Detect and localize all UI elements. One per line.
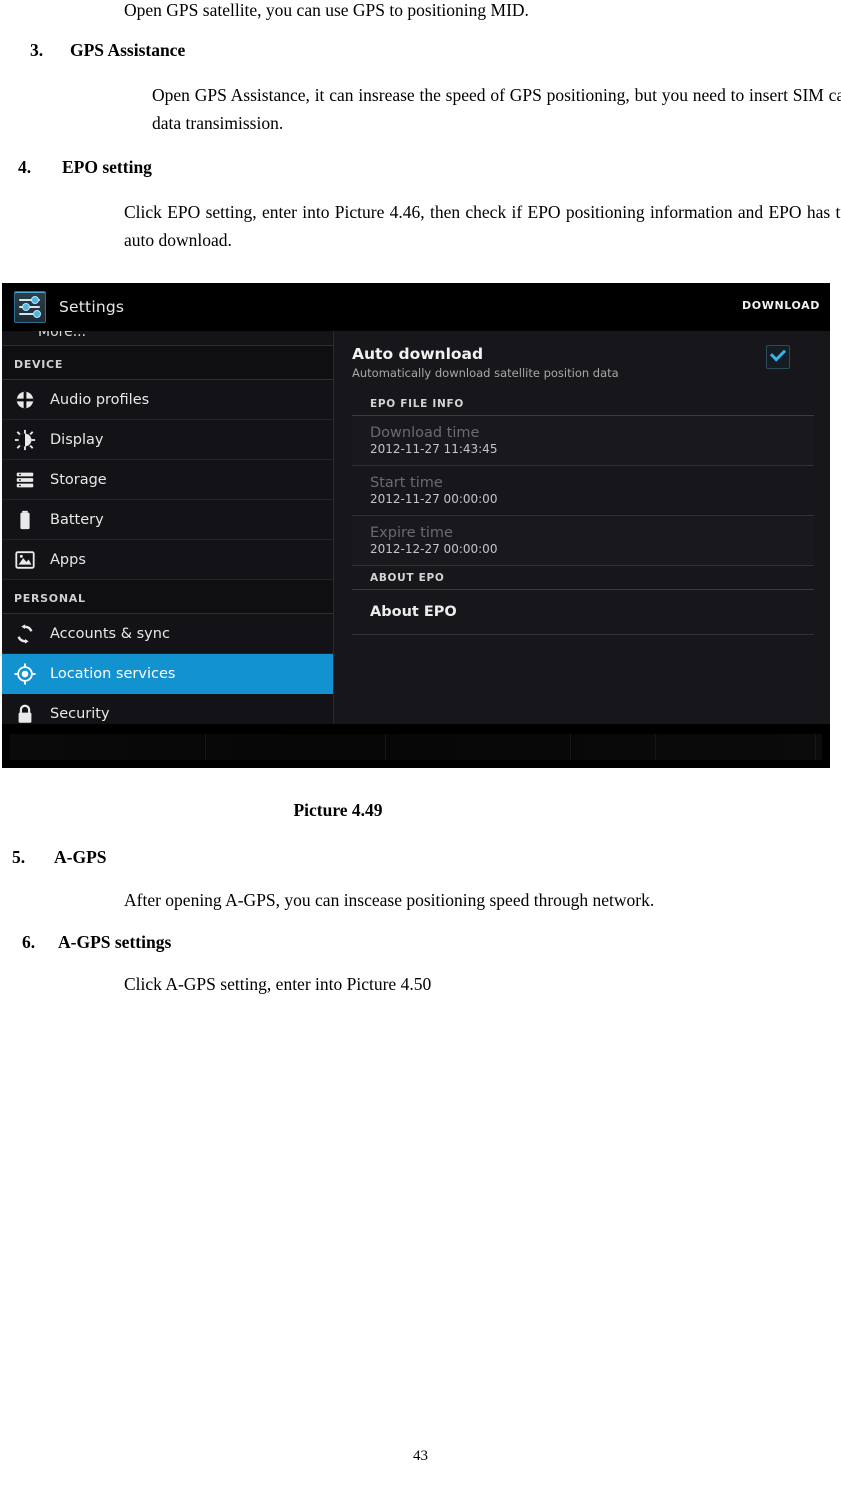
sidebar-item-label: Security: [50, 705, 110, 722]
intro-paragraph: Open GPS satellite, you can use GPS to p…: [124, 0, 529, 20]
system-navigation-bar[interactable]: [2, 724, 830, 768]
section-title-5: A-GPS: [54, 847, 107, 867]
sidebar-item-security[interactable]: Security: [2, 694, 333, 724]
system-bar-background: [10, 734, 822, 760]
section-heading-5: 5. A-GPS: [12, 844, 812, 870]
info-value: 2012-11-27 11:43:45: [370, 442, 498, 456]
detail-pane-empty-area: [352, 635, 814, 695]
sidebar-item-label: Battery: [50, 511, 104, 528]
section-body-4: Click EPO setting, enter into Picture 4.…: [124, 202, 841, 251]
audio-profiles-icon: [14, 389, 36, 411]
sidebar-section-header-personal: PERSONAL: [2, 580, 333, 614]
info-label: Expire time: [370, 525, 453, 541]
sidebar-section-header-device: DEVICE: [2, 346, 333, 380]
sync-icon: [14, 623, 36, 645]
section-number-3: 3.: [30, 40, 44, 60]
sidebar-item-battery[interactable]: Battery: [2, 500, 333, 540]
sidebar-item-location-services[interactable]: Location services: [2, 654, 333, 694]
section-heading-4: 4. EPO setting: [18, 154, 818, 180]
epo-info-row-download-time: Download time 2012-11-27 11:43:45: [352, 416, 814, 466]
figure-caption: Picture 4.49: [293, 800, 383, 820]
section-body-3: Open GPS Assistance, it can insrease the…: [152, 85, 841, 134]
section-number-4: 4.: [18, 157, 32, 177]
sidebar-item-label: Location services: [50, 665, 176, 682]
auto-download-title: Auto download: [352, 345, 484, 363]
section-title-4: EPO setting: [62, 157, 152, 177]
info-value: 2012-12-27 00:00:00: [370, 542, 498, 556]
section-title-3: GPS Assistance: [70, 40, 186, 60]
auto-download-checkbox[interactable]: [766, 345, 790, 369]
display-icon: [14, 429, 36, 451]
settings-body: More... DEVICE Audio profiles Display St…: [2, 331, 830, 724]
sidebar-item-label: Audio profiles: [50, 391, 150, 408]
sidebar-item-label: Storage: [50, 471, 107, 488]
section-body-6: Click A-GPS setting, enter into Picture …: [124, 974, 432, 994]
sidebar-item-label: Accounts & sync: [50, 625, 170, 642]
epo-settings-detail-pane: Auto download Automatically download sat…: [334, 331, 830, 724]
section-heading-3: 3. GPS Assistance: [30, 37, 820, 63]
auto-download-preference[interactable]: Auto download Automatically download sat…: [352, 331, 814, 392]
lock-icon: [14, 703, 36, 725]
about-epo-label: About EPO: [370, 604, 457, 620]
action-bar: Settings DOWNLOAD: [2, 283, 830, 331]
section-body-5: After opening A-GPS, you can inscease po…: [124, 890, 655, 910]
location-icon: [14, 662, 36, 685]
sidebar-item-audio-profiles[interactable]: Audio profiles: [2, 380, 333, 420]
epo-file-info-header: EPO FILE INFO: [352, 392, 814, 416]
sidebar-item-display[interactable]: Display: [2, 420, 333, 460]
sidebar-item-apps[interactable]: Apps: [2, 540, 333, 580]
epo-info-row-expire-time: Expire time 2012-12-27 00:00:00: [352, 516, 814, 566]
storage-icon: [14, 469, 36, 491]
section-number-6: 6.: [22, 932, 36, 952]
info-label: Download time: [370, 425, 480, 441]
sidebar-item-accounts-and-sync[interactable]: Accounts & sync: [2, 614, 333, 654]
app-title: Settings: [59, 298, 125, 316]
about-epo-preference[interactable]: About EPO: [352, 590, 814, 635]
about-epo-header: ABOUT EPO: [352, 566, 814, 590]
section-title-6: A-GPS settings: [58, 932, 172, 952]
android-settings-screenshot: Settings DOWNLOAD More... DEVICE Audio p…: [2, 283, 830, 768]
sidebar-item-label: Apps: [50, 551, 86, 568]
settings-icon[interactable]: [14, 291, 46, 323]
info-label: Start time: [370, 475, 443, 491]
sidebar-item-more[interactable]: More...: [2, 331, 333, 346]
apps-icon: [14, 549, 36, 571]
sidebar-item-label-more: More...: [38, 331, 87, 340]
epo-info-row-start-time: Start time 2012-11-27 00:00:00: [352, 466, 814, 516]
battery-icon: [14, 509, 36, 531]
settings-sidebar[interactable]: More... DEVICE Audio profiles Display St…: [2, 331, 334, 724]
section-heading-6: 6. A-GPS settings: [22, 929, 822, 955]
download-action-button[interactable]: DOWNLOAD: [742, 299, 820, 312]
sidebar-item-storage[interactable]: Storage: [2, 460, 333, 500]
auto-download-subtitle: Automatically download satellite positio…: [352, 366, 619, 380]
page-number: 43: [413, 1448, 428, 1464]
info-value: 2012-11-27 00:00:00: [370, 492, 498, 506]
sidebar-item-label: Display: [50, 431, 104, 448]
section-number-5: 5.: [12, 847, 26, 867]
